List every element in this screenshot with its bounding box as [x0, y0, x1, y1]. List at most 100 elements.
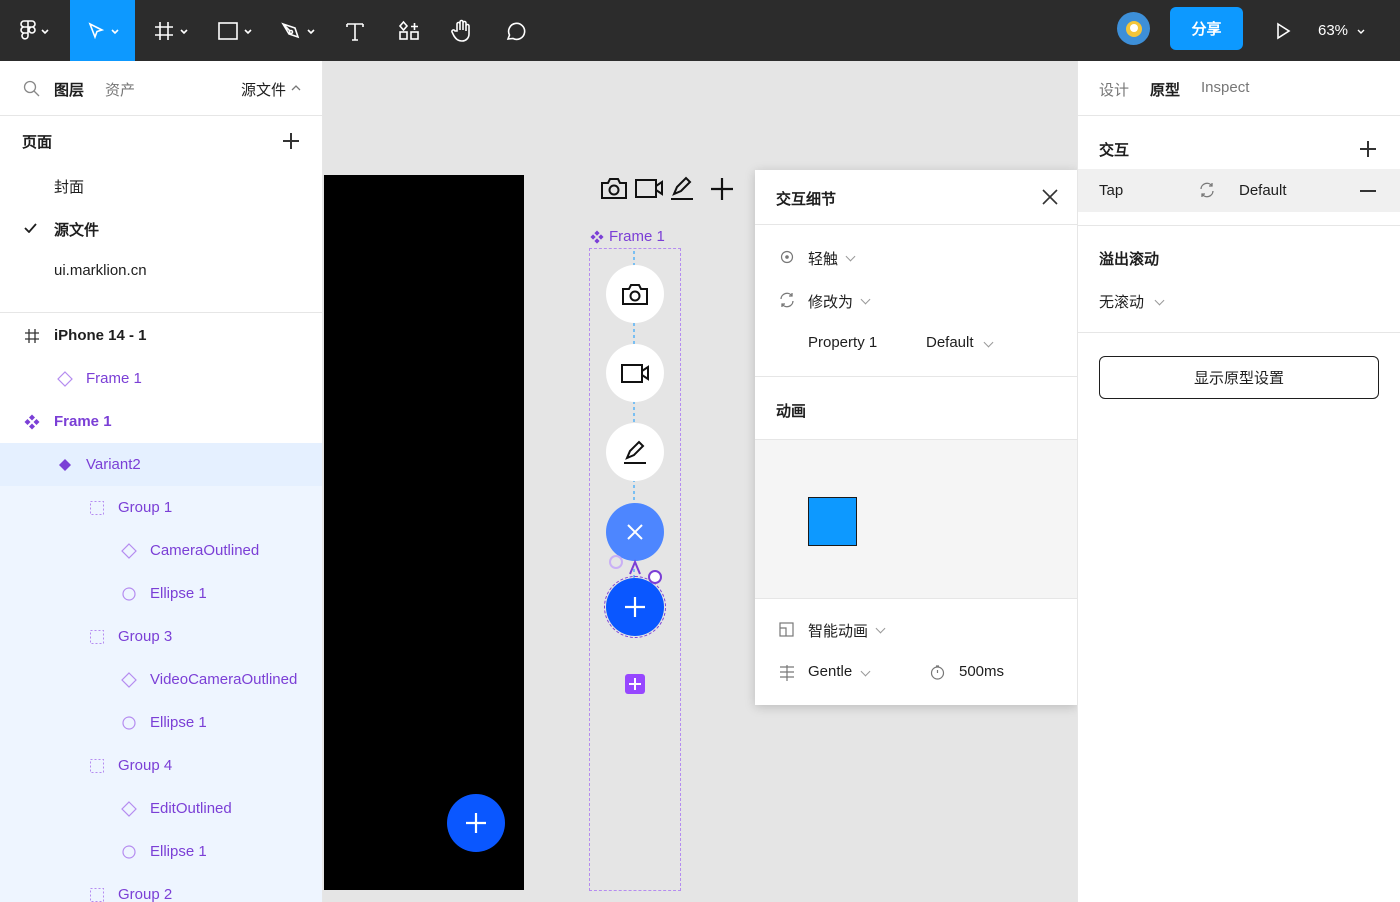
layer-label: EditOutlined	[150, 800, 232, 817]
chevron-down-icon	[845, 251, 856, 262]
tab-assets[interactable]: 资产	[105, 79, 135, 100]
easing-icon	[780, 665, 794, 681]
text-tool-button[interactable]	[335, 0, 375, 61]
frame-label[interactable]: Frame 1	[590, 228, 665, 245]
frame-tool-button[interactable]	[145, 0, 197, 61]
resources-icon	[398, 20, 419, 40]
page-item-cover[interactable]: 封面	[54, 176, 84, 197]
component-set-icon	[590, 229, 604, 244]
layer-row[interactable]: Ellipse 1	[0, 701, 322, 744]
close-fab-button[interactable]	[606, 503, 664, 561]
ellipse-icon	[121, 715, 137, 731]
left-panel-tabs: 图层 资产 源文件	[0, 61, 322, 116]
plus-icon[interactable]	[710, 177, 734, 201]
easing-dropdown[interactable]: Gentle	[808, 663, 852, 680]
group-icon	[89, 629, 105, 645]
avatar[interactable]	[1117, 12, 1150, 45]
layer-row[interactable]: Group 3	[0, 615, 322, 658]
tab-layers[interactable]: 图层	[54, 79, 84, 100]
chevron-down-icon	[1357, 29, 1365, 34]
tap-icon	[780, 250, 794, 264]
main-menu-button[interactable]	[10, 0, 60, 61]
video-camera-icon	[621, 364, 649, 383]
divider	[1078, 332, 1400, 333]
phone-fab-button[interactable]	[447, 794, 505, 852]
close-icon[interactable]	[1042, 189, 1058, 205]
chevron-down-icon	[860, 666, 871, 677]
group-icon	[89, 500, 105, 516]
layer-label: Group 1	[118, 499, 173, 516]
animation-type-dropdown[interactable]: 智能动画	[755, 618, 1077, 642]
rectangle-icon	[217, 21, 238, 40]
layer-label: Group 2	[118, 886, 173, 902]
layer-row[interactable]: Frame 1	[0, 357, 322, 400]
trigger-dropdown[interactable]: 轻触	[755, 246, 1077, 270]
prototype-settings-button[interactable]: 显示原型设置	[1099, 356, 1379, 399]
add-page-icon[interactable]	[283, 133, 299, 149]
play-icon	[1277, 22, 1291, 39]
layer-row[interactable]: Ellipse 1	[0, 830, 322, 873]
component-set-icon	[24, 414, 40, 430]
layer-row[interactable]: Ellipse 1	[0, 572, 322, 615]
add-interaction-icon[interactable]	[1360, 141, 1376, 157]
interaction-row[interactable]: Tap Default	[1078, 169, 1400, 212]
video-camera-icon[interactable]	[634, 175, 664, 201]
shape-tool-button[interactable]	[207, 0, 262, 61]
layer-row-selected[interactable]: Variant2	[0, 443, 322, 486]
present-button[interactable]	[1265, 0, 1301, 61]
camera-circle-button[interactable]	[606, 265, 664, 323]
properties-panel: 设计 原型 Inspect 交互 Tap Default 溢出滚动 无滚动 显示…	[1077, 61, 1400, 902]
tab-prototype[interactable]: 原型	[1150, 79, 1180, 100]
chevron-down-icon	[860, 294, 871, 305]
property-row: Property 1 Default	[755, 332, 1077, 356]
interaction-details-popup: 交互细节 轻触 修改为 Property 1 Default 动画 智能动画 G…	[755, 170, 1077, 705]
action-dropdown[interactable]: 修改为	[755, 289, 1077, 313]
page-switcher[interactable]: 源文件	[241, 79, 286, 100]
resources-button[interactable]	[388, 0, 430, 61]
overflow-value: 无滚动	[1099, 294, 1145, 311]
animation-header: 动画	[755, 376, 1077, 439]
add-fab-button[interactable]	[604, 576, 666, 638]
swap-icon	[1200, 182, 1214, 198]
layer-label: Group 3	[118, 628, 173, 645]
edit-icon[interactable]	[669, 175, 695, 201]
remove-interaction-icon[interactable]	[1360, 190, 1376, 192]
iphone-frame[interactable]	[324, 175, 524, 890]
share-button[interactable]: 分享	[1170, 7, 1243, 50]
layer-row[interactable]: Group 1	[0, 486, 322, 529]
plus-icon	[625, 597, 645, 617]
layer-label: Ellipse 1	[150, 585, 207, 602]
hand-tool-button[interactable]	[442, 0, 482, 61]
edit-circle-button[interactable]	[606, 423, 664, 481]
layer-row[interactable]: iPhone 14 - 1	[0, 314, 322, 357]
add-variant-icon[interactable]	[624, 673, 646, 695]
page-item-site[interactable]: ui.marklion.cn	[54, 262, 147, 279]
tab-inspect[interactable]: Inspect	[1201, 79, 1249, 96]
layer-row[interactable]: Group 2	[0, 873, 322, 902]
layer-label: Frame 1	[86, 370, 142, 387]
divider	[1078, 225, 1400, 226]
search-icon[interactable]	[23, 80, 40, 97]
layer-row[interactable]: Group 4	[0, 744, 322, 787]
plus-icon	[466, 813, 486, 833]
component-instance-icon	[121, 542, 137, 559]
layer-row[interactable]: CameraOutlined	[0, 529, 322, 572]
zoom-dropdown[interactable]: 63%	[1318, 0, 1366, 61]
layer-row[interactable]: Frame 1	[0, 400, 322, 443]
layer-row[interactable]: EditOutlined	[0, 787, 322, 830]
comment-tool-button[interactable]	[495, 0, 535, 61]
pen-tool-button[interactable]	[272, 0, 324, 61]
duration-input[interactable]: 500ms	[959, 663, 1004, 680]
layer-label: Ellipse 1	[150, 714, 207, 731]
property-value-dropdown[interactable]: Default	[926, 334, 974, 351]
cursor-icon	[88, 21, 104, 39]
tab-design[interactable]: 设计	[1099, 79, 1129, 100]
move-tool-button[interactable]	[70, 0, 135, 61]
camera-icon[interactable]	[600, 175, 628, 201]
overflow-dropdown[interactable]: 无滚动	[1099, 291, 1165, 313]
page-item-source[interactable]: 源文件	[54, 219, 99, 240]
video-camera-circle-button[interactable]	[606, 344, 664, 402]
layer-row[interactable]: VideoCameraOutlined	[0, 658, 322, 701]
animation-title: 动画	[776, 403, 807, 420]
action-value: 修改为	[808, 294, 854, 311]
